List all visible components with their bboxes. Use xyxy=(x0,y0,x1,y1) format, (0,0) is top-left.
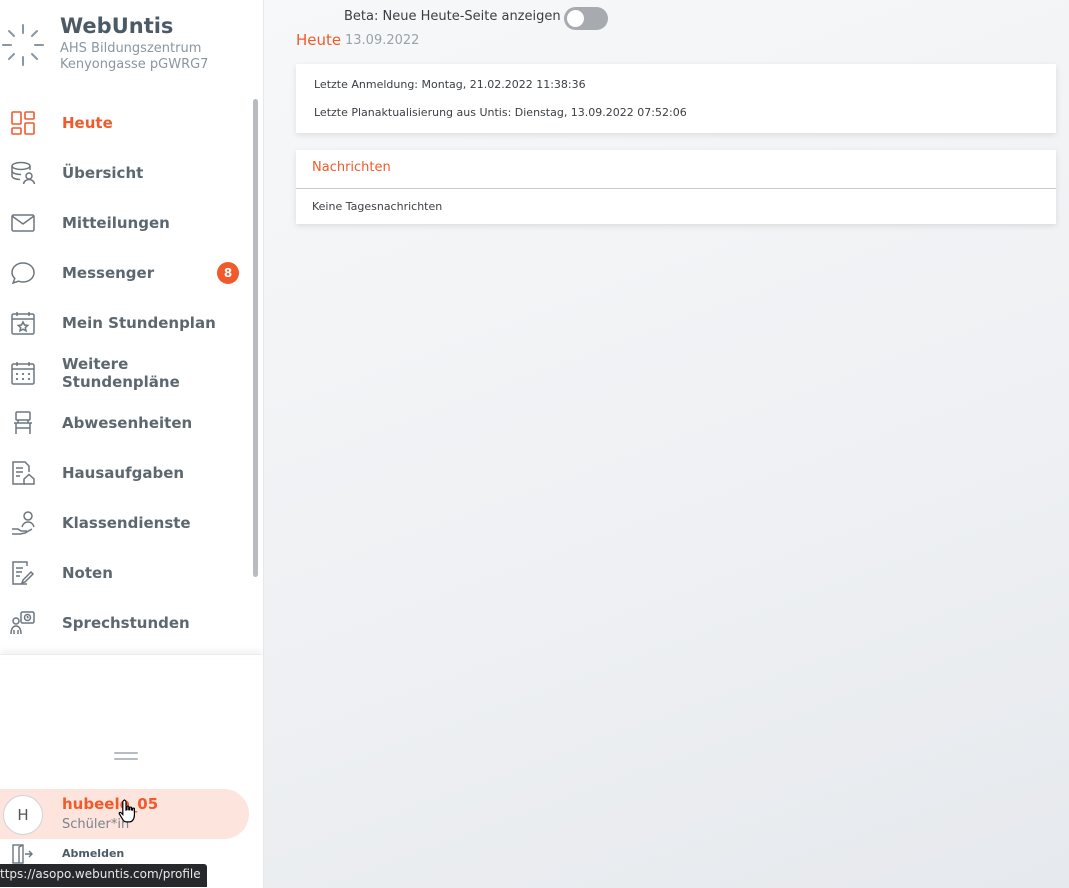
sidebar-item-label: Mein Stundenplan xyxy=(62,314,216,332)
school-name-line1: AHS Bildungszentrum xyxy=(60,41,202,56)
sidebar-item-label: Heute xyxy=(62,114,113,132)
sidebar-item-mitteilungen[interactable]: Mitteilungen xyxy=(0,198,250,248)
school-name: AHS Bildungszentrum Kenyongasse pGWRG7 xyxy=(60,41,208,73)
class-duty-icon xyxy=(12,511,35,535)
sidebar-item-label: Weitere Stundenpläne xyxy=(62,355,180,391)
drag-handle-icon[interactable] xyxy=(114,752,138,762)
sidebar-item-label: Hausaufgaben xyxy=(62,464,185,482)
sidebar-divider xyxy=(0,654,262,658)
office-hours-icon xyxy=(10,611,35,635)
news-empty-text: Keine Tagesnachrichten xyxy=(312,200,443,213)
grades-icon xyxy=(12,561,35,585)
logout-door-icon xyxy=(12,844,33,864)
overview-icon xyxy=(11,161,36,185)
school-name-line2: Kenyongasse pGWRG7 xyxy=(60,57,209,72)
news-title: Nachrichten xyxy=(312,160,391,175)
last-login-text: Letzte Anmeldung: Montag, 21.02.2022 11:… xyxy=(314,78,586,91)
sidebar-item-label: Noten xyxy=(62,564,113,582)
avatar: H xyxy=(3,795,43,835)
sidebar-item-mein-stundenplan[interactable]: Mein Stundenplan xyxy=(0,298,250,348)
brand-name: WebUntis xyxy=(60,14,174,38)
beta-toggle-label: Beta: Neue Heute-Seite anzeigen xyxy=(344,9,561,24)
sidebar-item-label: Abwesenheiten xyxy=(62,414,193,432)
homework-icon xyxy=(12,461,35,485)
status-bar-url: ttps://asopo.webuntis.com/profile xyxy=(0,864,207,887)
sidebar-item-label: Messenger xyxy=(62,264,155,282)
toggle-knob xyxy=(567,10,584,27)
main-content: Beta: Neue Heute-Seite anzeigen Heute 13… xyxy=(264,0,1069,888)
sidebar-item-messenger[interactable]: Messenger 8 xyxy=(0,248,250,298)
logout-label: Abmelden xyxy=(62,847,125,860)
sidebar-item-label: Mitteilungen xyxy=(62,214,170,232)
sidebar-item-noten[interactable]: Noten xyxy=(0,548,250,598)
sidebar-item-uebersicht[interactable]: Übersicht xyxy=(0,148,250,198)
logout-button[interactable]: Abmelden xyxy=(0,842,200,866)
dashboard-icon xyxy=(11,111,35,135)
hand-cursor-icon xyxy=(118,799,135,823)
sidebar-item-sprechstunden[interactable]: Sprechstunden xyxy=(0,598,250,648)
chat-bubble-icon xyxy=(11,262,35,285)
calendar-star-icon xyxy=(11,312,35,335)
last-update-text: Letzte Planaktualisierung aus Untis: Die… xyxy=(314,106,687,119)
sidebar-item-label: Klassendienste xyxy=(62,514,191,532)
news-card: Nachrichten Keine Tagesnachrichten xyxy=(296,150,1056,224)
profile-name: hubeele_05 xyxy=(62,795,159,813)
mail-icon xyxy=(11,214,35,232)
sidebar-scrollbar[interactable] xyxy=(253,99,258,577)
beta-toggle[interactable] xyxy=(564,7,608,30)
sidebar-nav: Heute Übersicht Mitteilungen Messenger 8… xyxy=(0,98,250,654)
calendar-grid-icon xyxy=(11,362,35,385)
page-date: 13.09.2022 xyxy=(345,33,420,48)
brand: WebUntis AHS Bildungszentrum Kenyongasse… xyxy=(0,10,262,80)
sidebar-item-klassendienste[interactable]: Klassendienste xyxy=(0,498,250,548)
news-header: Nachrichten xyxy=(296,150,1056,189)
login-info-card: Letzte Anmeldung: Montag, 21.02.2022 11:… xyxy=(296,64,1056,133)
page-title: Heute xyxy=(296,31,342,49)
sidebar-item-label: Übersicht xyxy=(62,164,144,182)
unread-count-badge: 8 xyxy=(217,262,239,284)
sidebar-item-abwesenheiten[interactable]: Abwesenheiten xyxy=(0,398,250,448)
sidebar-item-heute[interactable]: Heute xyxy=(0,98,250,148)
chair-icon xyxy=(14,411,32,434)
webuntis-logo-icon xyxy=(2,24,44,66)
sidebar-item-label: Sprechstunden xyxy=(62,614,190,632)
sidebar-item-hausaufgaben[interactable]: Hausaufgaben xyxy=(0,448,250,498)
sidebar-item-weitere-stundenplaene[interactable]: Weitere Stundenpläne xyxy=(0,348,250,398)
sidebar: WebUntis AHS Bildungszentrum Kenyongasse… xyxy=(0,0,264,888)
